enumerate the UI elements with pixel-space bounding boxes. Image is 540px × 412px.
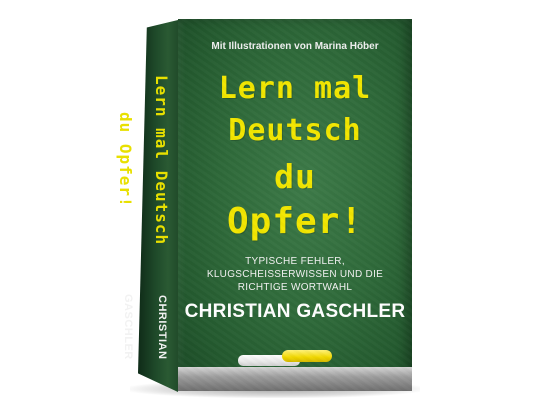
book-tagline: TYPISCHE FEHLER, KLUGSCHEISSERWISSEN UND… [186, 255, 404, 294]
author-name: CHRISTIAN GASCHLER [184, 301, 406, 322]
illustrator-credit: Mit Illustrationen von Marina Höber [211, 41, 379, 52]
tagline-line-2: KLUGSCHEISSERWISSEN UND DIE [206, 269, 384, 280]
spine-author: CHRISTIAN GASCHLER [122, 294, 168, 360]
title-line-3: du [274, 157, 316, 196]
spine-title: Lern mal Deutsch du Opfer! [116, 74, 171, 246]
chalk-tray [178, 367, 412, 391]
tagline-line-3: RICHTIGE WORTWAHL [237, 282, 353, 293]
book-product-image: Lern mal Deutsch du Opfer! CHRISTIAN GAS… [0, 0, 540, 412]
tagline-line-1: TYPISCHE FEHLER, [245, 256, 345, 267]
book-cover: Mit Illustrationen von Marina Höber Lern… [178, 19, 412, 391]
title-line-2: Deutsch [228, 113, 362, 148]
yellow-chalk [282, 350, 332, 362]
title-line-1: Lern mal [218, 71, 372, 106]
title-line-4: Opfer! [226, 201, 364, 242]
